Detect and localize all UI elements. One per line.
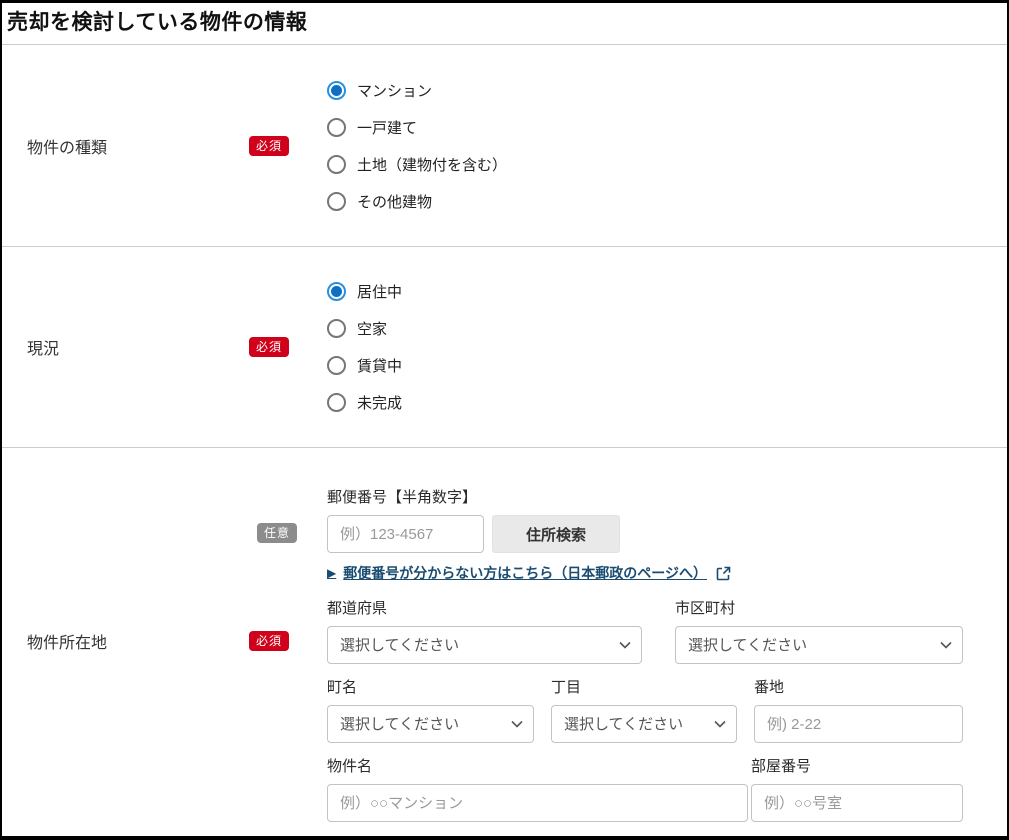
current-status-label-col: 現況 必須	[2, 247, 327, 447]
page-title: 売却を検討している物件の情報	[2, 3, 1007, 45]
current-status-label: 現況	[27, 335, 59, 359]
radio-mansion[interactable]: マンション	[327, 80, 432, 101]
prefecture-select[interactable]: 選択してください	[327, 626, 642, 664]
radio-rented[interactable]: 賃貸中	[327, 355, 402, 376]
radio-other-building[interactable]: その他建物	[327, 191, 432, 212]
postal-code-label: 郵便番号【半角数字】	[327, 486, 963, 507]
property-name-field: 物件名	[327, 755, 748, 822]
section-location: 任意 物件所在地 必須 郵便番号【半角数字】 住所検索 ▶ 郵便番号が分からない…	[2, 448, 1007, 834]
arrow-right-icon: ▶	[327, 566, 336, 580]
prefecture-field: 都道府県 選択してください	[327, 597, 642, 664]
location-label-col: 物件所在地 必須	[2, 448, 327, 834]
banchi-field: 番地	[754, 676, 963, 743]
prefecture-label: 都道府県	[327, 597, 642, 618]
chome-field: 丁目 選択してください	[551, 676, 737, 743]
radio-mansion-label: マンション	[357, 80, 432, 101]
radio-unfinished[interactable]: 未完成	[327, 392, 402, 413]
required-badge: 必須	[249, 631, 289, 651]
radio-detached-house-label: 一戸建て	[357, 117, 417, 138]
city-field: 市区町村 選択してください	[675, 597, 963, 664]
pref-city-row: 都道府県 選択してください 市区町村 選択してください	[327, 597, 963, 664]
radio-unfinished-label: 未完成	[357, 392, 402, 413]
radio-rented-label: 賃貸中	[357, 355, 402, 376]
radio-icon[interactable]	[327, 319, 346, 338]
city-select[interactable]: 選択してください	[675, 626, 963, 664]
property-name-input[interactable]	[327, 784, 748, 822]
section-current-status: 現況 必須 居住中 空家 賃貸中 未完成	[2, 247, 1007, 448]
radio-land-label: 土地（建物付を含む）	[357, 154, 507, 175]
radio-icon[interactable]	[327, 118, 346, 137]
address-search-button[interactable]: 住所検索	[492, 515, 620, 553]
chome-select-wrap: 選択してください	[551, 705, 737, 743]
radio-occupied[interactable]: 居住中	[327, 281, 402, 302]
radio-vacant-label: 空家	[357, 318, 387, 339]
town-select-wrap: 選択してください	[327, 705, 534, 743]
radio-other-building-label: その他建物	[357, 191, 432, 212]
optional-badge: 任意	[257, 523, 297, 543]
postal-help-link[interactable]: ▶ 郵便番号が分からない方はこちら（日本郵政のページへ）	[327, 563, 731, 583]
location-fields: 郵便番号【半角数字】 住所検索 ▶ 郵便番号が分からない方はこちら（日本郵政のペ…	[327, 448, 1007, 834]
postal-help-link-text: 郵便番号が分からない方はこちら（日本郵政のページへ）	[343, 563, 707, 583]
property-type-label-col: 物件の種類 必須	[2, 45, 327, 246]
radio-icon[interactable]	[327, 356, 346, 375]
room-number-field: 部屋番号	[751, 755, 963, 822]
town-select[interactable]: 選択してください	[327, 705, 534, 743]
property-type-label: 物件の種類	[27, 134, 107, 158]
radio-icon[interactable]	[327, 282, 346, 301]
radio-occupied-label: 居住中	[357, 281, 402, 302]
property-sale-form: 売却を検討している物件の情報 物件の種類 必須 マンション 一戸建て 土地（建物…	[0, 0, 1009, 840]
radio-vacant[interactable]: 空家	[327, 318, 387, 339]
required-badge: 必須	[249, 337, 289, 357]
radio-icon[interactable]	[327, 192, 346, 211]
chome-label: 丁目	[551, 676, 737, 697]
banchi-label: 番地	[754, 676, 963, 697]
postal-code-input[interactable]	[327, 515, 484, 553]
property-type-radio-group: マンション 一戸建て 土地（建物付を含む） その他建物	[327, 45, 1007, 246]
radio-icon[interactable]	[327, 155, 346, 174]
section-property-type: 物件の種類 必須 マンション 一戸建て 土地（建物付を含む） その他建物	[2, 45, 1007, 247]
town-chome-banchi-row: 町名 選択してください 丁目 選択してください	[327, 676, 963, 743]
prefecture-select-wrap: 選択してください	[327, 626, 642, 664]
postal-code-row: 住所検索	[327, 515, 963, 553]
city-label: 市区町村	[675, 597, 963, 618]
radio-land[interactable]: 土地（建物付を含む）	[327, 154, 507, 175]
current-status-radio-group: 居住中 空家 賃貸中 未完成	[327, 247, 1007, 447]
room-number-input[interactable]	[751, 784, 963, 822]
radio-icon[interactable]	[327, 81, 346, 100]
required-badge: 必須	[249, 136, 289, 156]
city-select-wrap: 選択してください	[675, 626, 963, 664]
chome-select[interactable]: 選択してください	[551, 705, 737, 743]
town-label: 町名	[327, 676, 534, 697]
external-link-icon	[716, 566, 731, 581]
radio-icon[interactable]	[327, 393, 346, 412]
room-number-label: 部屋番号	[751, 755, 963, 776]
location-label: 物件所在地	[27, 629, 107, 653]
name-room-row: 物件名 部屋番号	[327, 755, 963, 822]
property-name-label: 物件名	[327, 755, 748, 776]
radio-detached-house[interactable]: 一戸建て	[327, 117, 417, 138]
town-field: 町名 選択してください	[327, 676, 534, 743]
banchi-input[interactable]	[754, 705, 963, 743]
